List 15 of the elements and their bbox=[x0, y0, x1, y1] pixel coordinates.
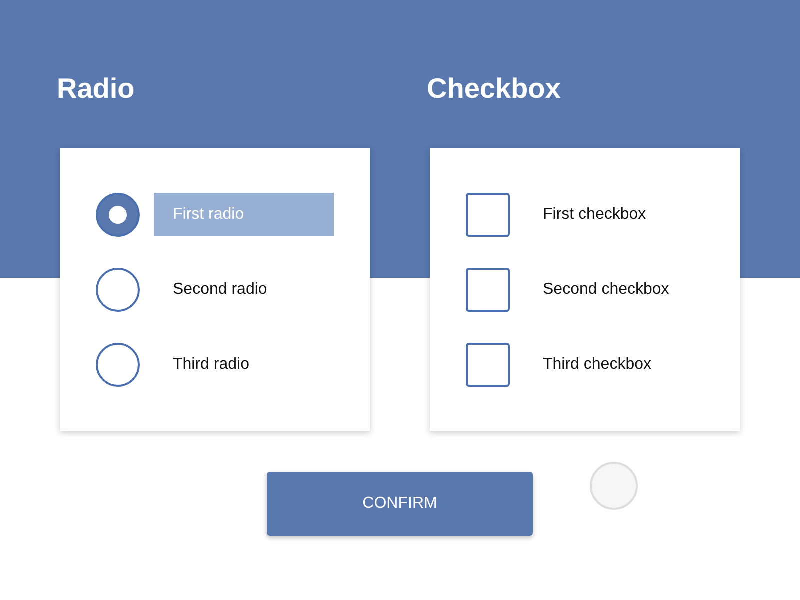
section-title: Radio bbox=[57, 72, 136, 106]
checkbox[interactable] bbox=[466, 192, 510, 236]
confirm-button[interactable]: CONFIRM bbox=[267, 472, 533, 536]
option-label[interactable]: Third checkbox bbox=[524, 343, 704, 386]
option-label[interactable]: Second checkbox bbox=[524, 268, 704, 311]
option-label[interactable]: First checkbox bbox=[524, 193, 704, 236]
checkbox[interactable] bbox=[466, 268, 510, 312]
section-title: Checkbox bbox=[427, 72, 562, 106]
option-label[interactable]: Second radio bbox=[154, 268, 334, 311]
option-label[interactable]: Third radio bbox=[154, 343, 334, 386]
radio-button[interactable] bbox=[96, 268, 140, 312]
checkbox[interactable] bbox=[466, 342, 510, 386]
radio-button[interactable] bbox=[96, 192, 140, 236]
touch-indicator bbox=[590, 462, 638, 510]
radio-button[interactable] bbox=[96, 342, 140, 386]
